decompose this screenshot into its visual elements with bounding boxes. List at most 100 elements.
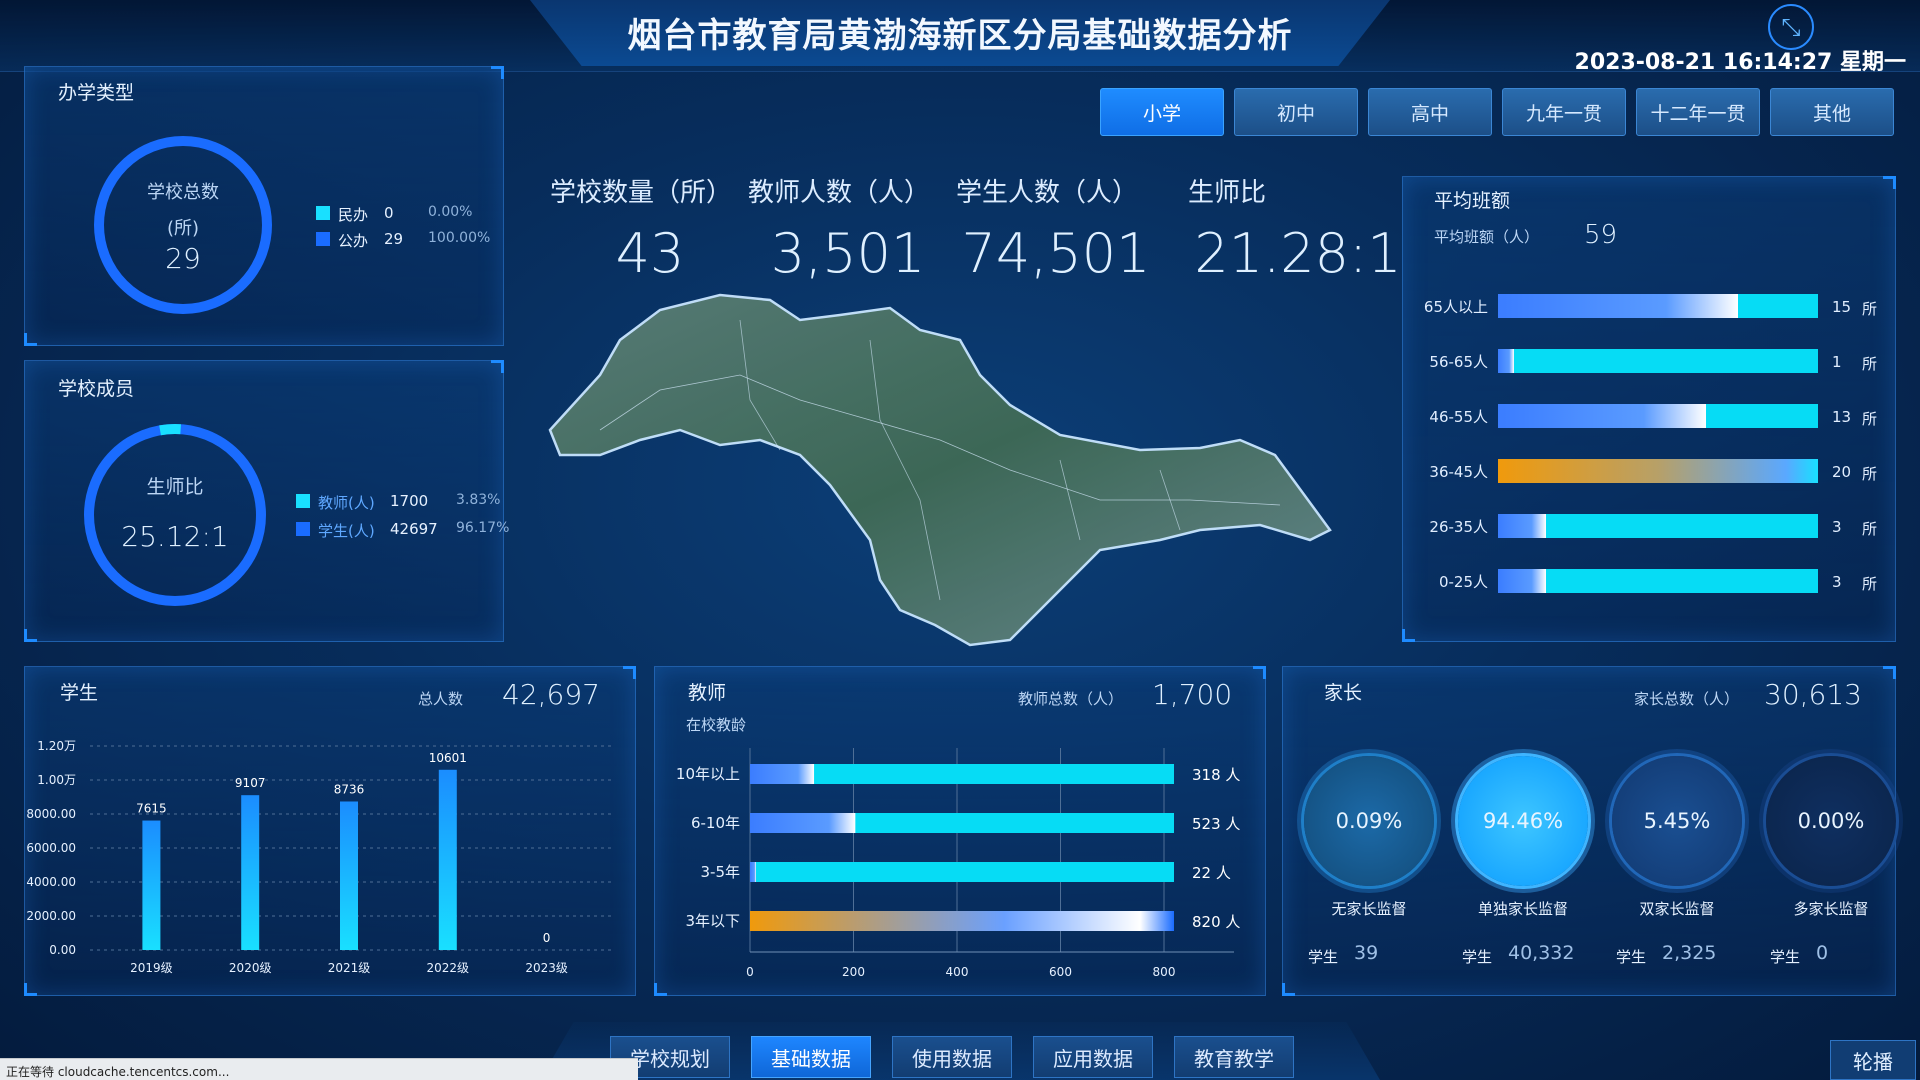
- students-total-label: 总人数: [418, 690, 464, 708]
- avg-class-row-count: 15: [1832, 298, 1852, 316]
- legend-pct: 96.17%: [456, 520, 510, 536]
- teacher-bar-value: 820 人: [1192, 913, 1240, 931]
- student-category-label: 2022级: [427, 961, 470, 975]
- student-ytick: 8000.00: [26, 807, 76, 821]
- legend-swatch: [296, 494, 310, 508]
- avg-class-row-label: 46-55人: [1429, 408, 1488, 426]
- teachers-title: 教师: [688, 682, 727, 704]
- teacher-bar-value: 22 人: [1192, 864, 1231, 882]
- parent-student-count: 40,332: [1508, 942, 1575, 964]
- teacher-bar-track: [750, 862, 1174, 882]
- legend-swatch: [316, 206, 330, 220]
- bottom-nav-item-1[interactable]: 基础数据: [751, 1036, 871, 1078]
- teacher-bar-value: 318 人: [1192, 766, 1240, 784]
- teachers-total-label: 教师总数（人）: [1018, 690, 1124, 708]
- teacher-bar-value: 523 人: [1192, 815, 1240, 833]
- avg-class-bar-fill: [1498, 459, 1818, 483]
- avg-class-bar-fill: [1498, 294, 1738, 318]
- teacher-xtick: 200: [842, 965, 865, 979]
- avg-class-row-unit: 所: [1862, 575, 1878, 593]
- student-bar: [142, 820, 161, 950]
- tab-2[interactable]: 高中: [1368, 88, 1492, 136]
- student-bar-value: 8736: [334, 782, 365, 796]
- student-bar-value: 9107: [235, 776, 266, 790]
- legend-count: 29: [384, 230, 404, 248]
- student-category-label: 2020级: [229, 961, 272, 975]
- stat-label-3: 生师比: [1188, 178, 1267, 208]
- student-bar-value: 10601: [429, 751, 467, 765]
- legend-swatch: [296, 522, 310, 536]
- student-bar-chart: 0.00 2000.00 4000.00 6000.00 8000.00 1.00万 1.2…: [26, 739, 614, 975]
- student-ytick: 1.00万: [37, 773, 76, 787]
- legend-swatch: [316, 232, 330, 246]
- tab-4[interactable]: 十二年一贯: [1636, 88, 1760, 136]
- tab-3[interactable]: 九年一贯: [1502, 88, 1626, 136]
- avg-class-row-label: 26-35人: [1429, 518, 1488, 536]
- legend-label: 学生(人): [318, 522, 375, 540]
- students-total-value: 42,697: [502, 678, 600, 711]
- legend-label: 民办: [338, 206, 369, 224]
- student-ytick: 6000.00: [26, 841, 76, 855]
- legend-pct: 3.83%: [456, 492, 501, 508]
- stat-value-0: 43: [615, 222, 685, 285]
- student-category-label: 2023级: [525, 961, 568, 975]
- fullscreen-icon[interactable]: ⤡: [1768, 4, 1814, 50]
- student-bar: [438, 769, 457, 950]
- bottom-nav-item-2[interactable]: 使用数据: [892, 1036, 1012, 1078]
- avg-class-row-unit: 所: [1862, 355, 1878, 373]
- avg-class-row-unit: 所: [1862, 300, 1878, 318]
- teacher-bar: [750, 911, 1174, 931]
- avg-class-bar-track: [1498, 569, 1818, 593]
- parents-total-value: 30,613: [1764, 678, 1862, 711]
- stat-label-0: 学校数量（所）: [550, 178, 733, 208]
- stat-value-2: 74,501: [961, 222, 1151, 285]
- student-bar: [241, 795, 260, 950]
- avg-class-bar-track: [1498, 514, 1818, 538]
- members-center-value: 25.12:1: [121, 520, 229, 553]
- student-ytick: 4000.00: [26, 875, 76, 889]
- avg-class-row-unit: 所: [1862, 465, 1878, 483]
- parent-item-label: 无家长监督: [1331, 900, 1407, 918]
- parent-pct-circle: 5.45%: [1612, 756, 1742, 886]
- stat-label-2: 学生人数（人）: [956, 178, 1139, 208]
- members-center-label: 生师比: [146, 476, 204, 498]
- teacher-xtick: 600: [1049, 965, 1072, 979]
- page-title: 烟台市教育局黄渤海新区分局基础数据分析: [627, 16, 1293, 56]
- student-bar-value: 7615: [136, 802, 167, 816]
- tab-1[interactable]: 初中: [1234, 88, 1358, 136]
- bottom-nav-item-3[interactable]: 应用数据: [1033, 1036, 1153, 1078]
- carousel-button[interactable]: 轮播: [1830, 1040, 1916, 1080]
- legend-count: 0: [384, 204, 394, 222]
- legend-count: 1700: [390, 492, 429, 510]
- parent-pct-circle: 0.00%: [1766, 756, 1896, 886]
- stat-label-1: 教师人数（人）: [748, 178, 931, 208]
- parent-student-label: 学生: [1770, 948, 1801, 966]
- avg-class-bar-fill: [1498, 569, 1546, 593]
- parent-student-count: 2,325: [1662, 942, 1717, 964]
- browser-status-bar: 正在等待 cloudcache.tencentcs.com...: [0, 1058, 638, 1080]
- avg-class-row-label: 0-25人: [1438, 573, 1488, 591]
- teacher-category-label: 10年以上: [676, 765, 740, 783]
- legend-count: 42697: [390, 520, 438, 538]
- members-ring-teacher-arc: [84, 424, 266, 606]
- avg-class-bar-track: [1498, 349, 1818, 373]
- teacher-bar: [750, 862, 756, 882]
- parents-total-label: 家长总数（人）: [1634, 690, 1740, 708]
- avg-class-bar-fill: [1498, 349, 1514, 373]
- student-ytick: 1.20万: [37, 739, 76, 753]
- student-ytick: 2000.00: [26, 909, 76, 923]
- parent-student-count: 39: [1354, 942, 1379, 964]
- avg-class-bar-fill: [1498, 514, 1546, 538]
- avg-class-row-unit: 所: [1862, 520, 1878, 538]
- school-type-center-label: 学校总数: [147, 182, 219, 203]
- parent-pct-circle: 0.09%: [1304, 756, 1434, 886]
- bottom-nav-item-4[interactable]: 教育教学: [1174, 1036, 1294, 1078]
- student-category-label: 2021级: [328, 961, 371, 975]
- tab-5[interactable]: 其他: [1770, 88, 1894, 136]
- teacher-xtick: 400: [946, 965, 969, 979]
- parent-pct-circle: 94.46%: [1458, 756, 1588, 886]
- student-bar: [340, 801, 358, 950]
- tab-0[interactable]: 小学: [1100, 88, 1224, 136]
- avg-class-row-count: 20: [1832, 463, 1852, 481]
- avg-class-bar-fill: [1498, 404, 1706, 428]
